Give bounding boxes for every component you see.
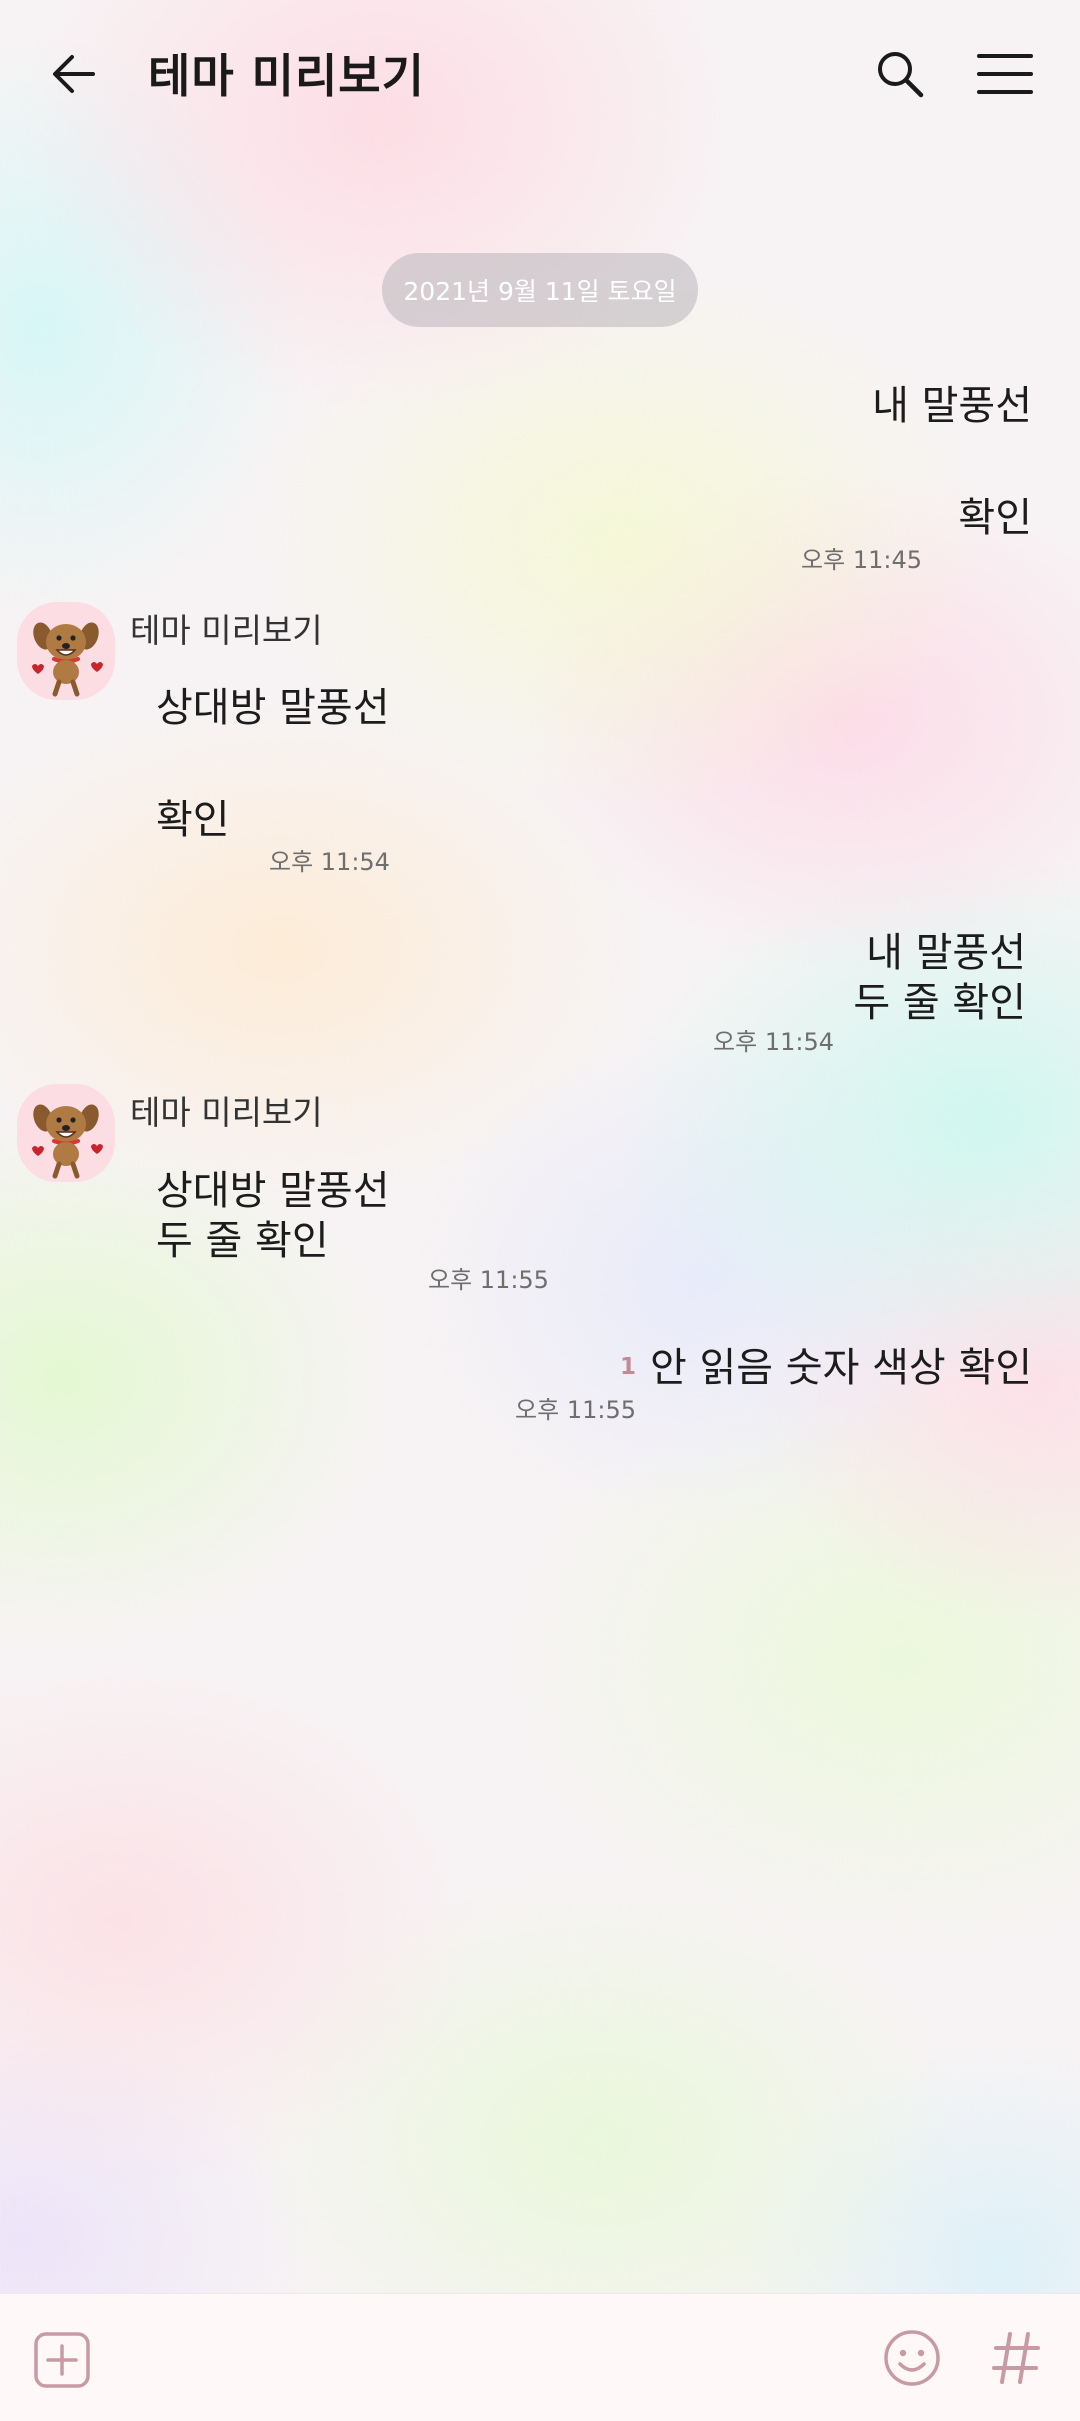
message-line: 내 말풍선: [866, 930, 1026, 976]
sender-name: 테마 미리보기: [130, 611, 323, 650]
hashtag-button[interactable]: [982, 2324, 1050, 2392]
menu-button[interactable]: [970, 40, 1040, 108]
add-attachment-button[interactable]: [30, 2328, 94, 2392]
dog-character-avatar: [32, 622, 103, 697]
message-time: 오후 11:54: [269, 848, 390, 876]
unread-count: 1: [619, 1354, 636, 1380]
chat-input-bar: [0, 2293, 1080, 2421]
message-line: 두 줄 확인: [853, 980, 1026, 1026]
search-icon: [878, 52, 924, 98]
emoji-button[interactable]: [878, 2324, 946, 2392]
hashtag-icon: [992, 2332, 1040, 2384]
plus-icon: [34, 2332, 90, 2388]
message-time: 오후 11:45: [801, 546, 922, 574]
message-time: 오후 11:55: [428, 1266, 549, 1294]
date-divider: 2021년 9월 11일 토요일: [382, 253, 698, 327]
message-line: 두 줄 확인: [156, 1218, 329, 1264]
back-arrow-icon: [53, 55, 95, 93]
other-message-text[interactable]: 상대방 말풍선 두 줄 확인: [156, 1166, 390, 1266]
message-time: 오후 11:54: [713, 1028, 834, 1056]
hamburger-menu-icon: [977, 54, 1033, 94]
sender-avatar[interactable]: [17, 1084, 115, 1182]
back-button[interactable]: [40, 40, 108, 108]
my-message-text[interactable]: 내 말풍선: [872, 382, 1032, 430]
dog-character-avatar: [32, 1104, 103, 1179]
my-message-text[interactable]: 안 읽음 숫자 색상 확인: [650, 1344, 1032, 1392]
message-line: 상대방 말풍선: [156, 1168, 390, 1214]
other-message-text[interactable]: 상대방 말풍선: [156, 684, 390, 732]
sender-name: 테마 미리보기: [130, 1093, 323, 1132]
search-button[interactable]: [866, 40, 934, 108]
emoji-icon: [884, 2330, 940, 2386]
message-time: 오후 11:55: [515, 1396, 636, 1424]
other-message-text[interactable]: 확인: [156, 796, 230, 844]
sender-avatar[interactable]: [17, 602, 115, 700]
page-title: 테마 미리보기: [148, 49, 425, 103]
my-message-text[interactable]: 확인: [958, 494, 1032, 542]
my-message-text[interactable]: 내 말풍선 두 줄 확인: [853, 928, 1026, 1028]
